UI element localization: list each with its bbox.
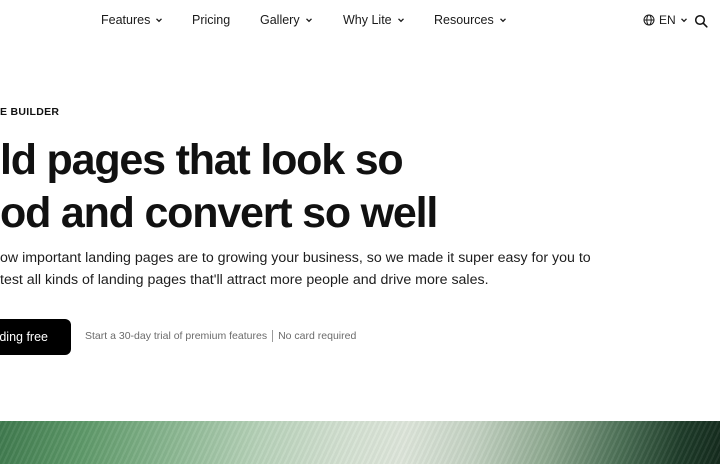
nav-item-label: Gallery [260,13,300,27]
divider [272,330,274,342]
nav-item-resources[interactable]: Resources [434,13,507,27]
hero-description: ow important landing pages are to growin… [0,247,720,291]
no-card-note-text: No card required [278,330,357,342]
nav-item-pricing[interactable]: Pricing [192,13,230,27]
nav-item-features[interactable]: Features [101,13,163,27]
chevron-down-icon [156,18,163,23]
hero-image-band [0,421,720,464]
globe-icon [643,14,655,26]
chevron-down-icon [305,18,312,23]
chevron-down-icon [499,18,506,23]
chevron-down-icon [397,18,404,23]
language-selector[interactable]: EN [643,13,688,27]
nav-item-label: Features [101,13,151,27]
trial-note-text: Start a 30-day trial of premium features [85,330,268,342]
description-line: test all kinds of landing pages that'll … [0,272,489,288]
headline-line: od and convert so well [0,189,438,237]
nav-item-why-lite[interactable]: Why Lite [343,13,405,27]
trial-note: Start a 30-day trial of premium features… [85,330,356,342]
headline-line: ld pages that look so [0,136,404,184]
hero-eyebrow: E BUILDER [0,106,60,118]
description-line: ow important landing pages are to growin… [0,250,591,266]
nav-item-gallery[interactable]: Gallery [260,13,313,27]
nav-item-label: Why Lite [343,13,392,27]
nav-item-label: Pricing [192,13,231,27]
search-icon[interactable] [694,14,708,28]
start-building-free-button[interactable]: ding free [0,319,71,355]
hero-headline: ld pages that look so od and convert so … [0,134,720,240]
nav-item-label: Resources [434,13,494,27]
language-label: EN [659,13,676,27]
top-navigation: Features Pricing Gallery Why Lite Resour… [0,0,720,44]
chevron-down-icon [680,18,687,23]
